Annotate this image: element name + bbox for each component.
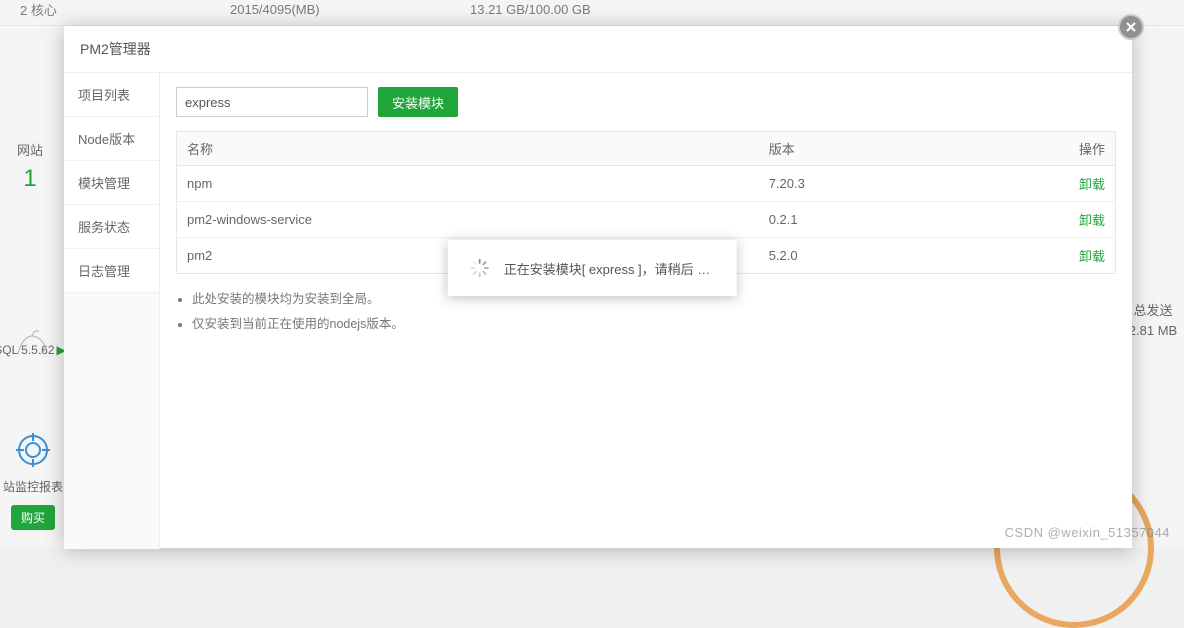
disk-usage: 13.21 GB/100.00 GB	[470, 2, 750, 17]
buy-button[interactable]: 购买	[11, 505, 55, 530]
modal-title: PM2管理器	[64, 26, 1132, 73]
cell-version: 7.20.3	[759, 166, 1041, 202]
bg-status-row: 2 核心 2015/4095(MB) 13.21 GB/100.00 GB	[0, 0, 1184, 26]
sidebar-item-node-version[interactable]: Node版本	[64, 117, 159, 161]
target-icon	[16, 433, 50, 467]
bg-nav-count: 1	[0, 165, 60, 193]
sidebar-item-service-status[interactable]: 服务状态	[64, 205, 159, 249]
toast-message: 正在安装模块[ express ]，请稍后 …	[504, 259, 711, 278]
sidebar-item-label: 项目列表	[78, 88, 130, 103]
col-header-name: 名称	[177, 132, 759, 166]
col-header-op: 操作	[1040, 132, 1115, 166]
close-button[interactable]	[1118, 14, 1144, 40]
bg-left-panel: 网站 1 SQL 5.5.62▶ 站监控报表 购买	[0, 26, 60, 548]
sidebar-item-label: 服务状态	[78, 220, 130, 235]
loading-toast: 正在安装模块[ express ]，请稍后 …	[448, 240, 737, 296]
module-name-input[interactable]	[176, 87, 368, 117]
monitor-label: 站监控报表	[0, 478, 66, 495]
sidebar: 项目列表 Node版本 模块管理 服务状态 日志管理	[64, 73, 160, 549]
table-row: pm2-windows-service 0.2.1 卸载	[177, 202, 1116, 238]
bg-nav-website: 网站	[0, 26, 60, 159]
cpu-cores: 2 核心	[20, 0, 230, 19]
sidebar-item-label: 日志管理	[78, 264, 130, 279]
search-row: 安装模块	[176, 87, 1116, 117]
sidebar-item-projects[interactable]: 项目列表	[64, 73, 159, 117]
install-button[interactable]: 安装模块	[378, 87, 458, 117]
table-row: npm 7.20.3 卸载	[177, 166, 1116, 202]
uninstall-link[interactable]: 卸载	[1079, 213, 1105, 228]
cell-version: 5.2.0	[759, 238, 1041, 274]
col-header-version: 版本	[759, 132, 1041, 166]
cell-name: pm2-windows-service	[177, 202, 759, 238]
sidebar-item-label: 模块管理	[78, 176, 130, 191]
main-panel: 安装模块 名称 版本 操作 npm 7.20.3 卸载	[160, 73, 1132, 549]
close-icon	[1125, 21, 1137, 33]
modal-body: 项目列表 Node版本 模块管理 服务状态 日志管理 安装模块 名称 版本 操作	[64, 73, 1132, 549]
cell-version: 0.2.1	[759, 202, 1041, 238]
memory-usage: 2015/4095(MB)	[230, 2, 470, 17]
uninstall-link[interactable]: 卸载	[1079, 249, 1105, 264]
sidebar-item-logs[interactable]: 日志管理	[64, 249, 159, 293]
mysql-icon	[12, 326, 52, 362]
uninstall-link[interactable]: 卸载	[1079, 177, 1105, 192]
bg-left-bottom: 站监控报表 购买	[0, 433, 66, 548]
sidebar-item-modules[interactable]: 模块管理	[64, 161, 159, 205]
note-item: 仅安装到当前正在使用的nodejs版本。	[192, 313, 1116, 332]
sidebar-item-label: Node版本	[78, 132, 135, 147]
spinner-icon	[470, 258, 490, 278]
cell-name: npm	[177, 166, 759, 202]
